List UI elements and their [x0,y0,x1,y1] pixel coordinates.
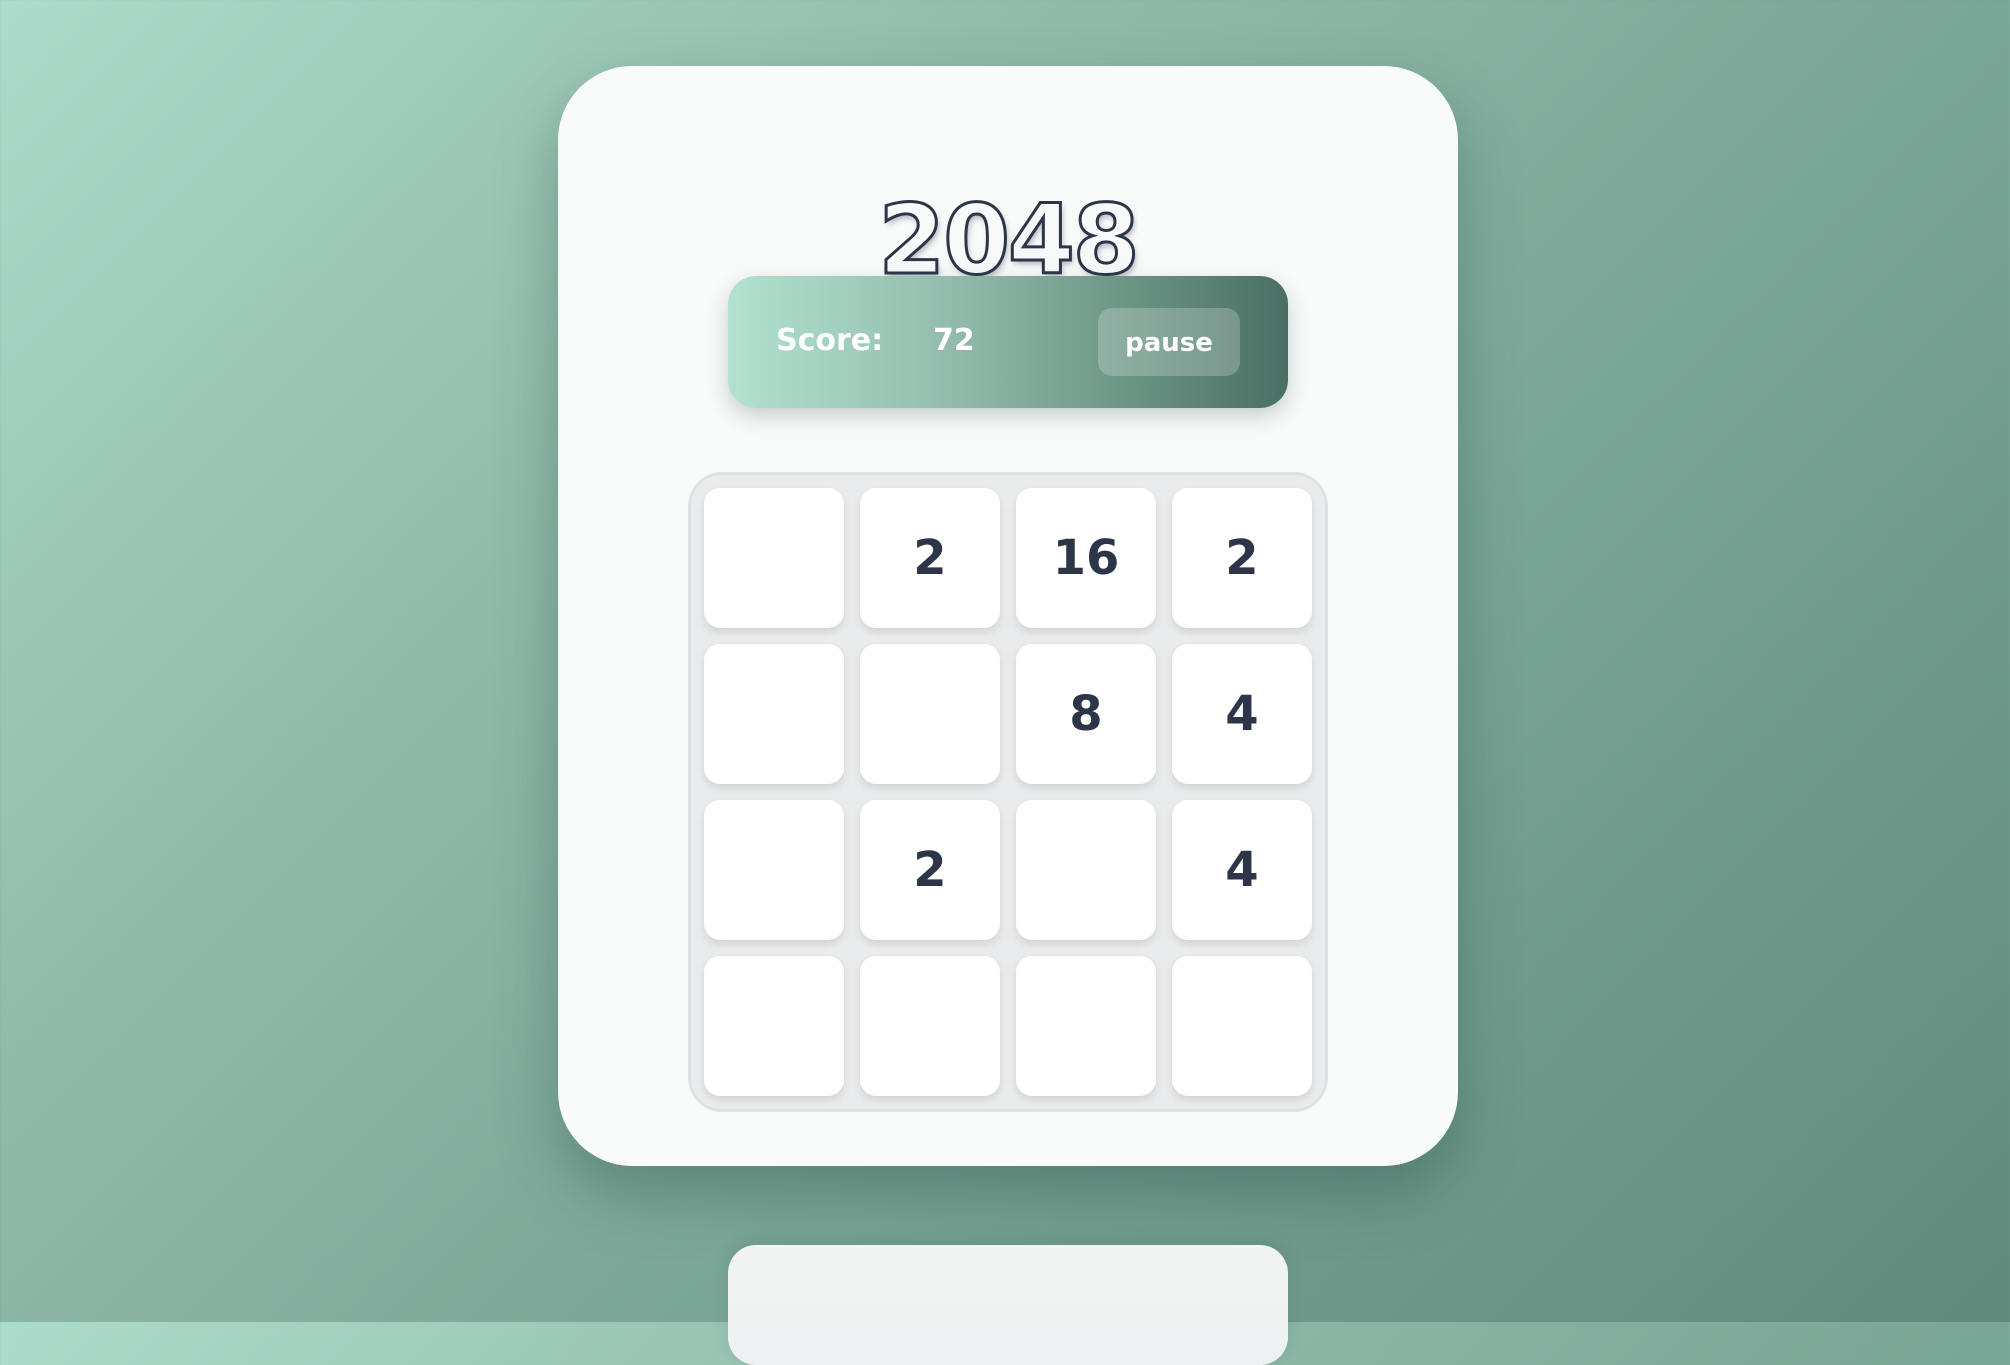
tile-r1-c4: 2 [1172,488,1312,628]
pause-button[interactable]: pause [1098,308,1240,376]
tile-r3-c1 [704,800,844,940]
tile-r4-c4 [1172,956,1312,1096]
tile-r4-c2 [860,956,1000,1096]
tile-r2-c3: 8 [1016,644,1156,784]
game-title: 2048 [877,184,1141,296]
game-card: 2048 Score: 72 pause 2 16 2 8 4 2 4 [558,66,1458,1166]
tile-r3-c3 [1016,800,1156,940]
tile-r4-c1 [704,956,844,1096]
tile-r1-c1 [704,488,844,628]
tile-r2-c2 [860,644,1000,784]
score-bar: Score: 72 pause [728,276,1288,408]
tile-r1-c2: 2 [860,488,1000,628]
game-board: 2 16 2 8 4 2 4 [688,472,1328,1112]
score-label: Score: [776,323,884,358]
tile-r1-c3: 16 [1016,488,1156,628]
tile-r2-c4: 4 [1172,644,1312,784]
tile-r4-c3 [1016,956,1156,1096]
bottom-panel [728,1245,1288,1365]
tile-r3-c4: 4 [1172,800,1312,940]
tile-r3-c2: 2 [860,800,1000,940]
tile-r2-c1 [704,644,844,784]
score-value: 72 [933,323,975,358]
